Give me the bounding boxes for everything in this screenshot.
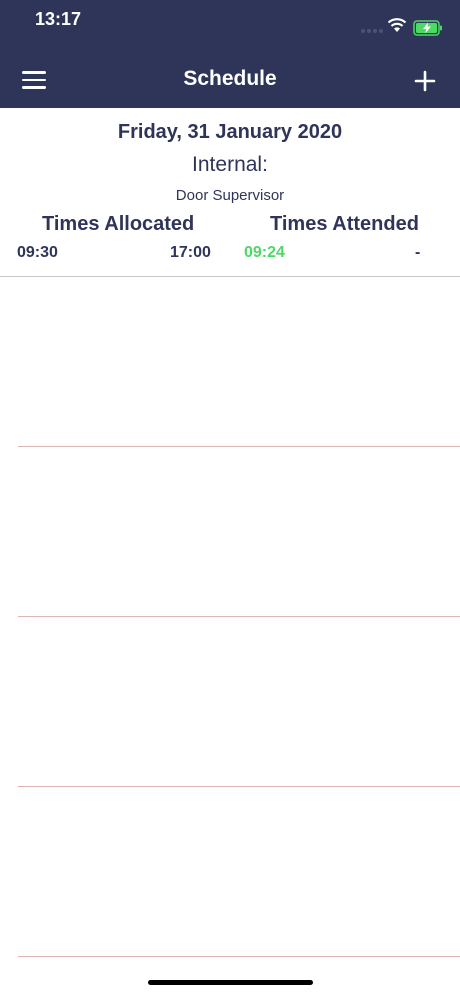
role-name: Door Supervisor [175,187,285,204]
page-title: Schedule [183,67,277,90]
status-time: 13:17 [35,9,82,29]
wifi-icon [387,18,407,32]
divider [18,616,460,617]
times-attended-header: Times Attended [270,213,419,235]
schedule-type: Internal: [192,153,268,176]
battery-charging-icon [413,20,442,36]
attended-start-time: 09:24 [244,244,285,261]
app-header: 13:17 Schedule [0,0,460,108]
allocated-start-time: 09:30 [17,244,58,261]
home-indicator[interactable] [148,980,313,985]
allocated-end-time: 17:00 [170,244,211,261]
schedule-date: Friday, 31 January 2020 [117,121,343,143]
plus-icon[interactable] [414,70,436,92]
divider [0,276,460,277]
divider [18,446,460,447]
divider [18,786,460,787]
cellular-signal-icon [361,29,383,33]
divider [18,956,460,957]
attended-end-time: - [415,244,421,261]
times-allocated-header: Times Allocated [42,213,195,235]
